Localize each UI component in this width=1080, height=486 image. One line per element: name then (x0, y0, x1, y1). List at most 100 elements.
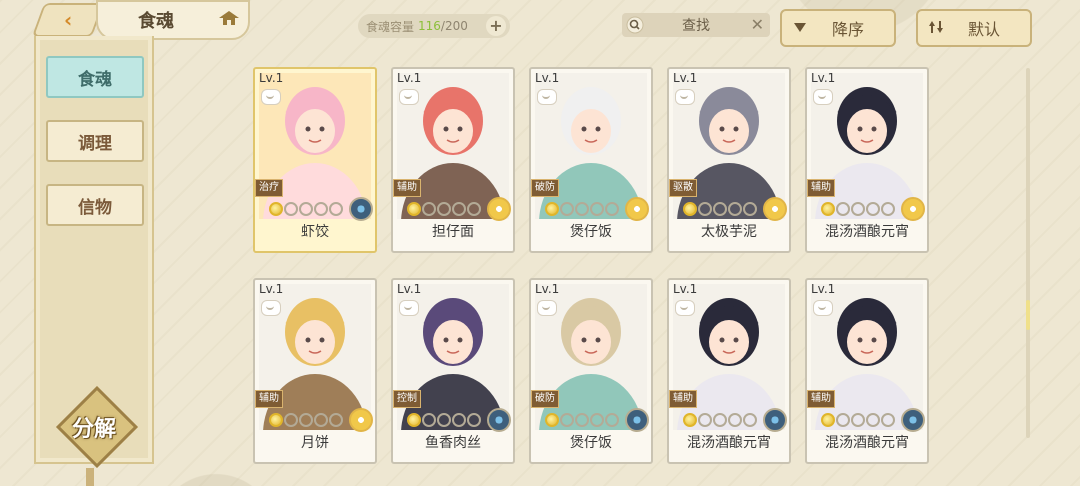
star-rating (683, 202, 759, 216)
star-icon (575, 413, 589, 427)
sort-down-icon (794, 23, 806, 32)
star-icon (545, 413, 559, 427)
star-icon (881, 202, 895, 216)
star-icon (575, 202, 589, 216)
chat-bubble-icon (261, 300, 281, 316)
page-title: 食魂 (138, 11, 174, 32)
capacity-current: 116 (418, 19, 441, 33)
star-rating (683, 413, 759, 427)
star-icon (269, 202, 283, 216)
scrollbar-track[interactable] (1026, 68, 1030, 438)
star-icon (866, 413, 880, 427)
star-icon (590, 413, 604, 427)
star-icon (314, 202, 328, 216)
star-icon (269, 413, 283, 427)
star-icon (284, 202, 298, 216)
star-icon (407, 202, 421, 216)
star-icon (329, 413, 343, 427)
character-name: 担仔面 (432, 224, 474, 240)
star-icon (422, 413, 436, 427)
star-icon (713, 202, 727, 216)
star-icon (821, 413, 835, 427)
food-soul-card[interactable]: Lv.1 辅助 混汤酒酿元宵 (667, 278, 791, 464)
food-soul-card[interactable]: Lv.1 辅助 混汤酒酿元宵 (805, 278, 929, 464)
star-icon (683, 202, 697, 216)
sort-default-button[interactable]: 默认 (916, 9, 1032, 47)
star-rating (821, 413, 897, 427)
food-soul-card[interactable]: Lv.1 治疗 虾饺 (253, 67, 377, 253)
star-icon (329, 202, 343, 216)
role-badge: 辅助 (807, 390, 835, 408)
sidebar-item-label: 食魂 (78, 69, 112, 90)
star-icon (437, 413, 451, 427)
level-label: Lv.1 (673, 71, 698, 85)
character-name: 混汤酒酿元宵 (687, 435, 771, 451)
sidebar-item-food-souls[interactable]: 食魂 (46, 56, 144, 98)
star-icon (821, 202, 835, 216)
star-rating (269, 413, 345, 427)
level-label: Lv.1 (397, 71, 422, 85)
level-label: Lv.1 (397, 282, 422, 296)
character-name: 混汤酒酿元宵 (825, 435, 909, 451)
food-soul-card[interactable]: Lv.1 破防 煲仔饭 (529, 278, 653, 464)
role-badge: 辅助 (393, 179, 421, 197)
capacity-add-button[interactable]: + (486, 16, 506, 36)
star-rating (545, 202, 621, 216)
star-icon (836, 202, 850, 216)
star-icon (836, 413, 850, 427)
food-soul-card[interactable]: Lv.1 辅助 混汤酒酿元宵 (805, 67, 929, 253)
search-input[interactable]: 查找 (682, 15, 710, 35)
character-name: 煲仔饭 (570, 435, 612, 451)
star-icon (881, 413, 895, 427)
blue-medal-icon (487, 408, 511, 432)
chat-bubble-icon (537, 300, 557, 316)
sidebar-item-label: 调理 (78, 133, 112, 154)
food-soul-card[interactable]: Lv.1 破防 煲仔饭 (529, 67, 653, 253)
flower-medal-icon (901, 197, 925, 221)
scrollbar-thumb[interactable] (1026, 300, 1030, 330)
blue-medal-icon (349, 197, 373, 221)
flower-medal-icon (487, 197, 511, 221)
character-name: 混汤酒酿元宵 (825, 224, 909, 240)
flower-medal-icon (625, 197, 649, 221)
role-badge: 辅助 (255, 390, 283, 408)
decompose-label: 分解 (71, 416, 116, 442)
capacity-display: 食魂容量 116 /200 + (358, 14, 510, 38)
star-icon (314, 413, 328, 427)
food-soul-card[interactable]: Lv.1 驱散 太极芋泥 (667, 67, 791, 253)
chat-bubble-icon (675, 89, 695, 105)
decompose-button[interactable]: 分解 (46, 385, 142, 469)
back-button[interactable]: ‹ (31, 3, 105, 37)
level-label: Lv.1 (535, 282, 560, 296)
star-icon (560, 413, 574, 427)
sort-order-button[interactable]: 降序 (780, 9, 896, 47)
food-soul-card[interactable]: Lv.1 辅助 月饼 (253, 278, 377, 464)
role-badge: 辅助 (807, 179, 835, 197)
search-box[interactable]: 查找 ✕ (622, 13, 770, 37)
character-name: 太极芋泥 (701, 224, 757, 240)
sidebar-item-tokens[interactable]: 信物 (46, 184, 144, 226)
food-soul-card[interactable]: Lv.1 控制 鱼香肉丝 (391, 278, 515, 464)
sidebar-item-cooking[interactable]: 调理 (46, 120, 144, 162)
blue-medal-icon (901, 408, 925, 432)
star-icon (851, 413, 865, 427)
star-icon (560, 202, 574, 216)
star-icon (851, 202, 865, 216)
level-label: Lv.1 (259, 71, 284, 85)
flower-medal-icon (349, 408, 373, 432)
capacity-label: 食魂容量 (366, 19, 415, 34)
blue-medal-icon (763, 408, 787, 432)
level-label: Lv.1 (811, 71, 836, 85)
star-icon (590, 202, 604, 216)
sidebar-item-label: 信物 (78, 197, 112, 218)
star-icon (743, 202, 757, 216)
chat-bubble-icon (537, 89, 557, 105)
clear-search-icon[interactable]: ✕ (751, 15, 764, 34)
role-badge: 治疗 (255, 179, 283, 197)
food-soul-card[interactable]: Lv.1 辅助 担仔面 (391, 67, 515, 253)
star-icon (698, 413, 712, 427)
level-label: Lv.1 (259, 282, 284, 296)
character-name: 虾饺 (301, 224, 329, 240)
home-icon[interactable] (218, 10, 240, 26)
star-icon (284, 413, 298, 427)
